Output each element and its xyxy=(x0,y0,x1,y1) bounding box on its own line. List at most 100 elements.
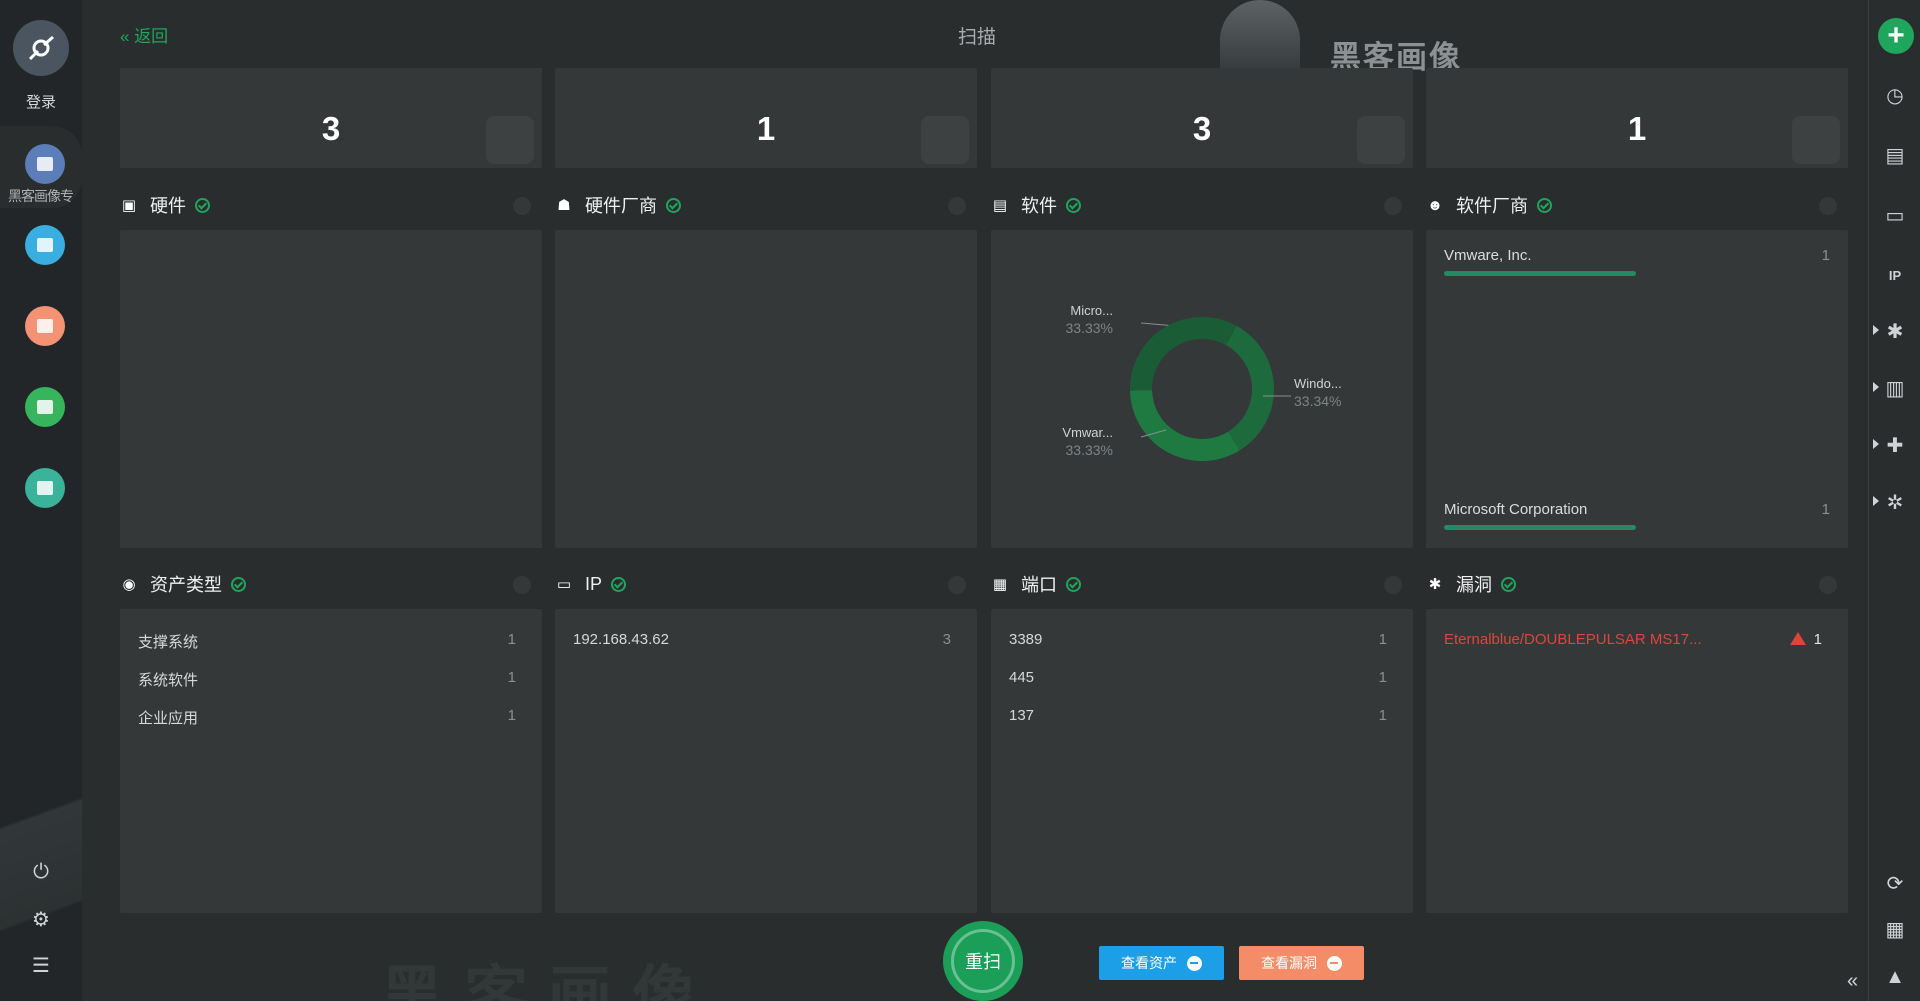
slice-percent-label: 33.34% xyxy=(1294,393,1341,409)
panel-asset-type: 支撑系统 1 系统软件 1 企业应用 1 xyxy=(120,609,542,913)
report-icon[interactable]: ▦ xyxy=(1882,916,1908,942)
check-icon xyxy=(666,197,681,213)
bug-icon xyxy=(37,319,53,333)
list-item-label: 445 xyxy=(1009,669,1035,686)
document-icon[interactable]: ▤ xyxy=(1882,142,1908,168)
list-item-count: 1 xyxy=(1378,631,1387,648)
server-icon xyxy=(37,157,53,171)
list-item[interactable]: 支撑系统 1 xyxy=(138,631,516,651)
list-item[interactable]: 系统软件 1 xyxy=(138,669,516,689)
puzzle-icon[interactable]: ✚ xyxy=(1882,432,1908,458)
vendor-name: Microsoft Corporation xyxy=(1444,501,1588,518)
stat-card-port: 3 xyxy=(991,68,1413,168)
more-icon[interactable] xyxy=(513,197,531,215)
nav-item-puzzle[interactable] xyxy=(25,468,65,508)
expand-arrow-icon[interactable] xyxy=(1873,439,1879,449)
list-item[interactable]: 企业应用 1 xyxy=(138,707,516,727)
panel-title: 漏洞 xyxy=(1456,575,1492,595)
vendor-row[interactable]: Vmware, Inc. 1 xyxy=(1444,247,1830,283)
panel-title: 资产类型 xyxy=(150,575,222,595)
list-item[interactable]: 3389 1 xyxy=(1009,631,1387,651)
vendor-bar xyxy=(1444,271,1636,276)
panel-vuln: Eternalblue/DOUBLEPULSAR MS17... 1 xyxy=(1426,609,1848,913)
nav-item-server[interactable] xyxy=(25,144,65,184)
check-icon xyxy=(611,576,627,592)
monitor-icon[interactable]: ▭ xyxy=(1882,202,1908,228)
slice-category-label: Vmwar... xyxy=(1062,425,1113,440)
slice-percent-label: 33.33% xyxy=(1066,442,1113,458)
slice-percent-label: 33.33% xyxy=(1066,320,1113,336)
more-icon[interactable] xyxy=(1819,576,1837,594)
app-logo[interactable] xyxy=(13,20,69,76)
panel-title: IP xyxy=(585,573,603,594)
refresh-icon[interactable]: ⟳ xyxy=(1882,870,1908,896)
chart-line-icon xyxy=(37,400,53,414)
ip-icon[interactable]: IP xyxy=(1882,262,1908,288)
collapse-icon[interactable]: « xyxy=(1847,970,1867,994)
clock-icon[interactable]: ◷ xyxy=(1882,82,1908,108)
slice-category-label: Micro... xyxy=(1070,303,1113,318)
more-icon[interactable] xyxy=(948,197,966,215)
donut-slice[interactable] xyxy=(1225,325,1274,451)
panel-hardware xyxy=(120,230,542,548)
list-item-count: 3 xyxy=(942,631,951,648)
more-icon[interactable] xyxy=(1819,197,1837,215)
expand-arrow-icon[interactable] xyxy=(1873,382,1879,392)
panel-header-port: ▦ 端口 xyxy=(991,572,1081,596)
bar-chart-icon[interactable]: ▥ xyxy=(1882,375,1908,401)
arrow-right-icon xyxy=(1187,955,1202,971)
bug-icon[interactable]: ✱ xyxy=(1882,318,1908,344)
donut-slice[interactable] xyxy=(1130,390,1240,461)
list-item-label: 系统软件 xyxy=(138,672,199,689)
view-vulns-button[interactable]: 查看漏洞 xyxy=(1239,946,1364,980)
list-item[interactable]: Eternalblue/DOUBLEPULSAR MS17... 1 xyxy=(1444,631,1822,651)
puzzle-icon xyxy=(37,481,53,495)
nav-item-chart[interactable] xyxy=(25,387,65,427)
hacker-logo-icon xyxy=(1220,0,1300,70)
panel-software-vendor: Vmware, Inc. 1 Microsoft Corporation 1 xyxy=(1426,230,1848,548)
more-icon[interactable] xyxy=(948,576,966,594)
panel-port: 3389 1 445 1 137 1 xyxy=(991,609,1413,913)
settings-icon[interactable]: ⚙ xyxy=(26,904,56,934)
check-icon xyxy=(1537,197,1552,213)
expand-arrow-icon[interactable] xyxy=(1873,496,1879,506)
code-window-icon: ▤ xyxy=(992,197,1008,214)
vendor-row[interactable]: Microsoft Corporation 1 xyxy=(1444,501,1830,537)
puzzle-gear-icon[interactable]: ✲ xyxy=(1882,489,1908,515)
list-item[interactable]: 192.168.43.62 3 xyxy=(573,631,951,651)
more-icon[interactable] xyxy=(513,576,531,594)
back-link[interactable]: « 返回 xyxy=(120,22,168,47)
user-icon: ☻ xyxy=(1427,196,1443,214)
panel-title: 硬件 xyxy=(150,196,186,216)
warning-icon[interactable]: ▲ xyxy=(1882,964,1908,990)
view-assets-button[interactable]: 查看资产 xyxy=(1099,946,1224,980)
vendor-name: Vmware, Inc. xyxy=(1444,247,1532,264)
asset-type-icon: ◉ xyxy=(122,576,136,593)
login-label[interactable]: 登录 xyxy=(0,91,82,112)
vendor-icon: ☗ xyxy=(557,197,571,214)
check-icon xyxy=(1501,576,1516,592)
list-item[interactable]: 137 1 xyxy=(1009,707,1387,727)
add-icon[interactable]: + xyxy=(1878,18,1914,54)
stat-card-ip: 1 xyxy=(555,68,977,168)
list-item[interactable]: 445 1 xyxy=(1009,669,1387,689)
stat-value: 1 xyxy=(1627,110,1647,147)
panel-header-hardware-vendor: ☗ 硬件厂商 xyxy=(555,193,681,217)
panel-title: 端口 xyxy=(1021,575,1057,595)
expand-arrow-icon[interactable] xyxy=(1873,325,1879,335)
nav-active-label: 黑客画像专 xyxy=(8,188,74,204)
rescan-button[interactable]: 重扫 xyxy=(943,921,1023,1001)
view-vulns-label: 查看漏洞 xyxy=(1261,955,1317,971)
brand-watermark: 黑客画像 xyxy=(1220,0,1470,75)
more-icon[interactable] xyxy=(1384,197,1402,215)
nav-item-database[interactable] xyxy=(25,225,65,265)
stat-value: 3 xyxy=(1192,110,1212,147)
more-icon[interactable] xyxy=(1384,576,1402,594)
power-icon[interactable]: ⏻ xyxy=(26,857,56,887)
donut-slice[interactable] xyxy=(1130,317,1237,391)
menu-icon[interactable]: ☰ xyxy=(26,950,56,980)
nav-item-bug[interactable] xyxy=(25,306,65,346)
list-item-label: 支撑系统 xyxy=(138,634,199,651)
panel-ip: 192.168.43.62 3 xyxy=(555,609,977,913)
vendor-count: 1 xyxy=(1821,247,1830,264)
